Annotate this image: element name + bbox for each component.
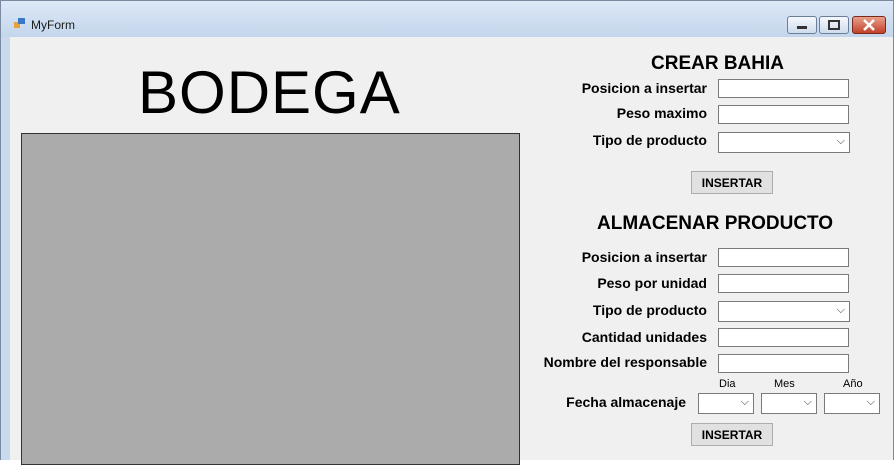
warehouse-canvas[interactable] — [21, 133, 520, 465]
maximize-icon — [828, 20, 840, 30]
crear-bahia-title: CREAR BAHIA — [651, 53, 784, 74]
label-cantidad-unidades: Cantidad unidades — [581, 329, 707, 345]
posicion-producto-input[interactable] — [718, 248, 849, 267]
tipo-producto-bahia-select[interactable]: ⌵ — [718, 132, 850, 153]
label-dia: Dia — [719, 378, 736, 390]
label-anio: Año — [843, 378, 863, 390]
minimize-icon — [797, 26, 807, 29]
tipo-producto-select[interactable]: ⌵ — [718, 301, 850, 322]
label-peso-maximo: Peso maximo — [616, 105, 707, 121]
fecha-mes-select[interactable]: ⌵ — [761, 393, 817, 414]
chevron-down-icon: ⌵ — [836, 135, 845, 147]
chevron-down-icon: ⌵ — [836, 304, 845, 316]
label-tipo-producto-bahia: Tipo de producto — [592, 132, 707, 148]
chevron-down-icon: ⌵ — [740, 396, 749, 408]
almacenar-producto-title: ALMACENAR PRODUCTO — [597, 213, 834, 234]
posicion-bahia-input[interactable] — [718, 79, 849, 98]
bodega-heading: BODEGA — [138, 59, 401, 126]
insertar-producto-button[interactable]: INSERTAR — [691, 423, 773, 446]
insertar-bahia-button[interactable]: INSERTAR — [691, 171, 773, 194]
maximize-button[interactable] — [819, 16, 849, 34]
peso-unidad-input[interactable] — [718, 274, 849, 293]
peso-maximo-input[interactable] — [718, 105, 849, 124]
cantidad-unidades-input[interactable] — [718, 328, 849, 347]
label-nombre-responsable: Nombre del responsable — [543, 354, 707, 370]
close-button[interactable] — [852, 16, 886, 34]
close-icon — [863, 19, 875, 31]
label-tipo-producto: Tipo de producto — [592, 302, 707, 318]
label-posicion-bahia: Posicion a insertar — [581, 80, 707, 96]
chevron-down-icon: ⌵ — [803, 396, 812, 408]
label-posicion-producto: Posicion a insertar — [581, 249, 707, 265]
label-peso-unidad: Peso por unidad — [597, 275, 707, 291]
window-title: MyForm — [31, 18, 75, 32]
fecha-dia-select[interactable]: ⌵ — [698, 393, 754, 414]
nombre-responsable-input[interactable] — [718, 354, 849, 373]
label-mes: Mes — [774, 378, 795, 390]
title-bar[interactable]: MyForm — [1, 1, 893, 37]
label-fecha-almacenaje: Fecha almacenaje — [566, 394, 686, 410]
chevron-down-icon: ⌵ — [866, 396, 875, 408]
fecha-anio-select[interactable]: ⌵ — [824, 393, 880, 414]
minimize-button[interactable] — [787, 16, 817, 34]
app-icon — [14, 18, 25, 28]
